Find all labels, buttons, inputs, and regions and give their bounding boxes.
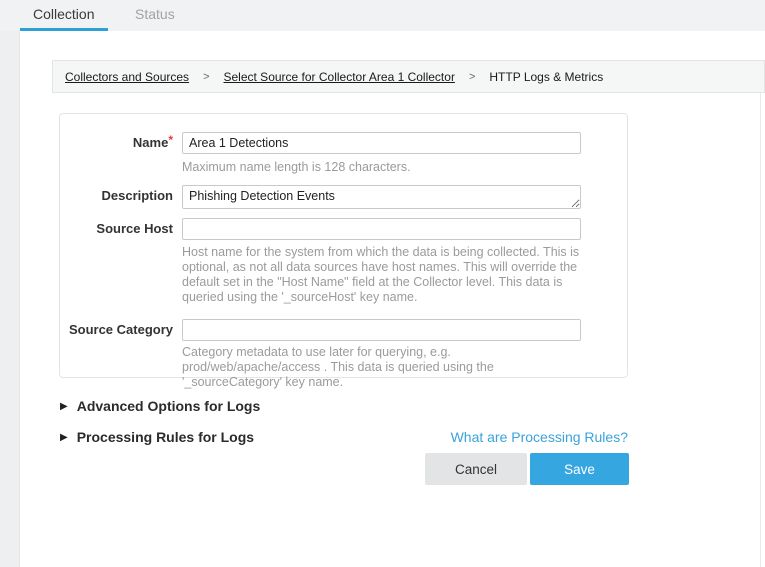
cancel-button[interactable]: Cancel [425, 453, 527, 485]
breadcrumb-separator: > [203, 71, 209, 83]
source-host-helper-text: Host name for the system from which the … [182, 245, 582, 305]
required-asterisk: * [168, 133, 173, 147]
tab-bar: Collection Status [0, 0, 765, 31]
tab-collection[interactable]: Collection [33, 6, 94, 22]
name-label-text: Name [133, 135, 168, 150]
expand-triangle-icon: ▶ [60, 432, 68, 443]
name-input[interactable] [182, 132, 581, 154]
processing-rules-toggle[interactable]: ▶ Processing Rules for Logs [60, 429, 254, 445]
breadcrumb-separator: > [469, 71, 475, 83]
description-label: Description [60, 188, 173, 203]
page: Collection Status Collectors and Sources… [0, 0, 765, 567]
breadcrumb: Collectors and Sources > Select Source f… [52, 60, 765, 93]
breadcrumb-link-collectors-and-sources[interactable]: Collectors and Sources [65, 70, 189, 84]
advanced-options-label: Advanced Options for Logs [77, 398, 261, 414]
tab-status[interactable]: Status [135, 6, 175, 22]
breadcrumb-link-select-source[interactable]: Select Source for Collector Area 1 Colle… [224, 70, 455, 84]
panel-right-divider [760, 92, 761, 567]
content-panel: Collectors and Sources > Select Source f… [20, 31, 765, 567]
source-host-label: Source Host [60, 221, 173, 236]
source-category-label: Source Category [60, 322, 173, 337]
source-category-helper-text: Category metadata to use later for query… [182, 345, 587, 390]
expand-triangle-icon: ▶ [60, 401, 68, 412]
source-host-input[interactable] [182, 218, 581, 240]
source-category-input[interactable] [182, 319, 581, 341]
processing-rules-label: Processing Rules for Logs [77, 429, 254, 445]
description-textarea[interactable]: Phishing Detection Events [182, 185, 581, 209]
processing-rules-help-link[interactable]: What are Processing Rules? [451, 429, 628, 445]
save-button[interactable]: Save [530, 453, 629, 485]
left-rail [0, 31, 20, 567]
name-label: Name* [60, 135, 173, 150]
breadcrumb-current-page: HTTP Logs & Metrics [489, 70, 603, 84]
source-config-form: Name* Maximum name length is 128 charact… [59, 113, 628, 378]
name-helper-text: Maximum name length is 128 characters. [182, 160, 411, 175]
advanced-options-toggle[interactable]: ▶ Advanced Options for Logs [60, 398, 260, 414]
